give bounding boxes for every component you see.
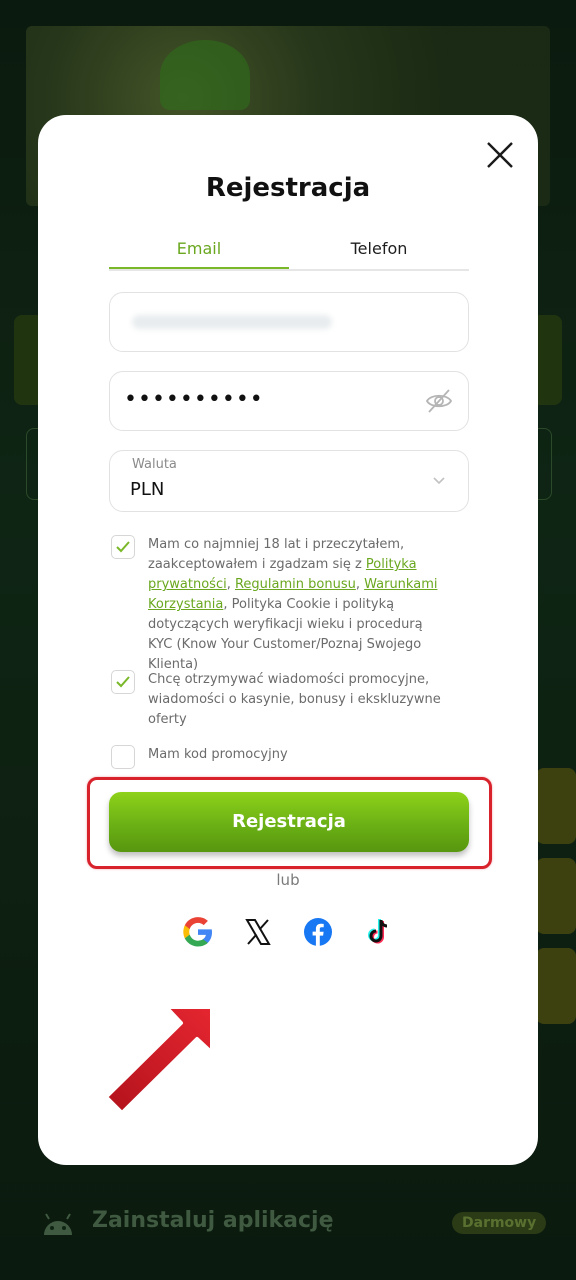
or-divider-text: lub bbox=[276, 871, 300, 889]
x-icon bbox=[245, 919, 271, 945]
tab-phone[interactable]: Telefon bbox=[289, 233, 469, 267]
close-icon bbox=[487, 142, 513, 168]
currency-select[interactable]: Waluta PLN bbox=[109, 450, 469, 512]
eye-off-icon[interactable] bbox=[424, 386, 454, 416]
email-value-redacted bbox=[132, 315, 332, 329]
currency-value: PLN bbox=[130, 479, 165, 500]
tiktok-icon bbox=[368, 919, 388, 944]
currency-label: Waluta bbox=[132, 457, 177, 472]
password-value: •••••••••• bbox=[124, 387, 264, 412]
modal-title: Rejestracja bbox=[205, 173, 371, 203]
background-tile bbox=[536, 768, 576, 844]
promo-code-checkbox[interactable] bbox=[111, 745, 135, 769]
register-button[interactable]: Rejestracja bbox=[109, 792, 469, 852]
close-button[interactable] bbox=[484, 139, 516, 171]
separator: , bbox=[226, 577, 235, 592]
red-arrow-annotation bbox=[104, 1005, 214, 1115]
checkmark-icon bbox=[116, 676, 130, 688]
consent-marketing-checkbox[interactable] bbox=[111, 670, 135, 694]
background-tile bbox=[536, 948, 576, 1024]
page: Zainstaluj aplikację Darmowy Rejestracja… bbox=[0, 0, 576, 1280]
consent-marketing: Chcę otrzymywać wiadomości promocyjne, w… bbox=[111, 670, 471, 732]
consent-terms-checkbox[interactable] bbox=[111, 535, 135, 559]
facebook-icon bbox=[304, 918, 332, 946]
tab-email[interactable]: Email bbox=[109, 233, 289, 269]
free-badge: Darmowy bbox=[452, 1212, 547, 1234]
google-icon bbox=[183, 917, 212, 947]
background-character bbox=[160, 40, 250, 110]
google-login-button[interactable] bbox=[181, 915, 215, 949]
chevron-down-icon bbox=[433, 477, 445, 485]
tiktok-login-button[interactable] bbox=[361, 915, 395, 949]
checkmark-icon bbox=[116, 541, 130, 553]
background-tile bbox=[536, 858, 576, 934]
registration-modal: Rejestracja Email Telefon •••••••••• Wal… bbox=[38, 115, 538, 1165]
consent-terms-text: Mam co najmniej 18 lat i przeczytałem, z… bbox=[148, 535, 448, 675]
promo-code-option: Mam kod promocyjny bbox=[111, 745, 471, 769]
separator: , bbox=[355, 577, 365, 592]
password-field[interactable]: •••••••••• bbox=[109, 371, 469, 431]
x-login-button[interactable] bbox=[241, 915, 275, 949]
consent-terms: Mam co najmniej 18 lat i przeczytałem, z… bbox=[111, 535, 471, 672]
install-app-text[interactable]: Zainstaluj aplikację bbox=[92, 1208, 334, 1233]
registration-tabs: Email Telefon bbox=[109, 233, 469, 271]
android-icon bbox=[44, 1213, 72, 1235]
promo-code-text: Mam kod promocyjny bbox=[148, 747, 288, 762]
consent-marketing-text: Chcę otrzymywać wiadomości promocyjne, w… bbox=[148, 672, 441, 727]
email-field[interactable] bbox=[109, 292, 469, 352]
bonus-terms-link[interactable]: Regulamin bonusu bbox=[235, 577, 356, 592]
facebook-login-button[interactable] bbox=[301, 915, 335, 949]
